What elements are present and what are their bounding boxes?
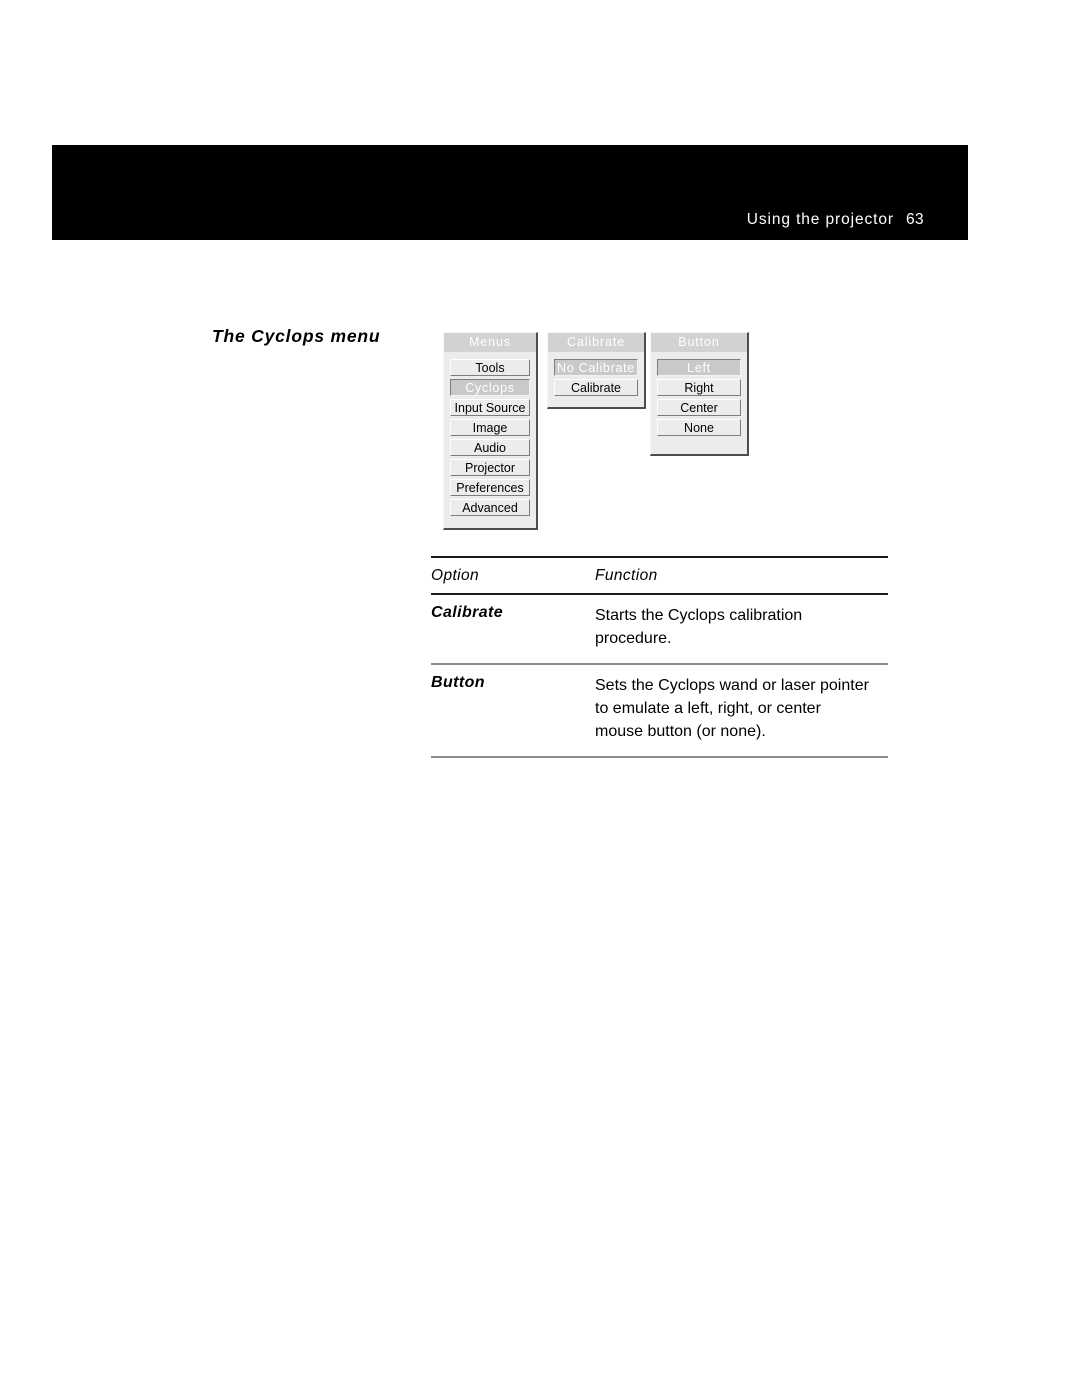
menu-item-none[interactable]: None [657,419,741,436]
table-rule-bottom [431,756,888,758]
function-line: to emulate a left, right, or center [595,700,821,717]
menu-item-no-calibrate[interactable]: No Calibrate [554,359,638,376]
panel-menus-body: Tools Cyclops Input Source Image Audio P… [444,352,536,525]
option-function-table: Option Function Calibrate Starts the Cyc… [431,556,888,758]
table-cell-option-calibrate: Calibrate [431,604,504,621]
panel-button-body: Left Right Center None [651,352,747,445]
table-row: Calibrate Starts the Cyclops calibration… [431,595,888,663]
panel-button-title: Button [651,333,747,352]
menu-item-image[interactable]: Image [450,419,530,436]
table-header-option: Option [431,567,480,584]
menu-item-tools[interactable]: Tools [450,359,530,376]
function-line: Starts the Cyclops calibration [595,607,803,624]
cyclops-menu-figure: Menus Tools Cyclops Input Source Image A… [443,332,773,542]
menu-item-cyclops[interactable]: Cyclops [450,379,530,396]
menu-item-calibrate[interactable]: Calibrate [554,379,638,396]
panel-calibrate-title: Calibrate [548,333,644,352]
menu-item-right[interactable]: Right [657,379,741,396]
table-header-function: Function [595,567,658,584]
table-cell-function-calibrate: Starts the Cyclops calibration procedure… [595,595,888,650]
function-line: Sets the Cyclops wand or laser pointer [595,677,869,694]
table-row: Button Sets the Cyclops wand or laser po… [431,665,888,756]
menu-item-left[interactable]: Left [657,359,741,376]
panel-menus-title: Menus [444,333,536,352]
menu-item-preferences[interactable]: Preferences [450,479,530,496]
header-title-text: Using the projector [746,211,894,228]
table-cell-function-button: Sets the Cyclops wand or laser pointer t… [595,665,888,743]
section-heading: The Cyclops menu [212,326,381,346]
page-number: 63 [905,211,924,228]
panel-calibrate: Calibrate No Calibrate Calibrate [547,332,646,409]
panel-button: Button Left Right Center None [650,332,749,456]
panel-menus: Menus Tools Cyclops Input Source Image A… [443,332,538,530]
table-header-row: Option Function [431,558,888,593]
panel-calibrate-body: No Calibrate Calibrate [548,352,644,405]
header-title-group: Using the projector 63 [747,211,924,229]
page-header-band: Using the projector 63 [52,145,968,240]
menu-item-advanced[interactable]: Advanced [450,499,530,516]
menu-item-input-source[interactable]: Input Source [450,399,530,416]
menu-item-projector[interactable]: Projector [450,459,530,476]
function-line: mouse button (or none). [595,723,766,740]
menu-item-center[interactable]: Center [657,399,741,416]
menu-item-audio[interactable]: Audio [450,439,530,456]
table-cell-option-button: Button [431,674,485,691]
function-line: procedure. [595,630,672,647]
